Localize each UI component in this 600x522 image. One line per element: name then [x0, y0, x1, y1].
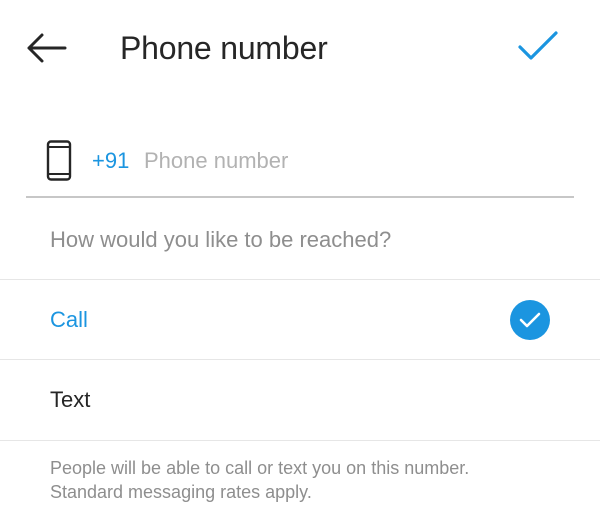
phone-number-screen: Phone number +91 How would you like to b… [0, 0, 600, 522]
option-text[interactable]: Text [0, 360, 600, 440]
disclaimer-text: People will be able to call or text you … [50, 456, 570, 504]
country-code-selector[interactable]: +91 [92, 148, 129, 174]
divider [0, 440, 600, 441]
back-button[interactable] [22, 26, 70, 70]
disclaimer-line-2: Standard messaging rates apply. [50, 482, 312, 502]
phone-field-row: +91 [26, 128, 574, 198]
contact-method-question: How would you like to be reached? [50, 227, 392, 252]
selected-check-icon [510, 300, 550, 340]
phone-number-input[interactable] [144, 144, 544, 178]
option-call-label: Call [50, 307, 88, 332]
mobile-phone-icon [46, 140, 72, 181]
disclaimer-line-1: People will be able to call or text you … [50, 458, 470, 478]
header: Phone number [0, 0, 600, 96]
page-title: Phone number [120, 30, 328, 66]
option-call[interactable]: Call [0, 280, 600, 360]
option-text-label: Text [50, 387, 91, 412]
checkmark-icon [518, 31, 558, 60]
confirm-button[interactable] [512, 24, 564, 68]
arrow-left-icon [27, 33, 67, 63]
